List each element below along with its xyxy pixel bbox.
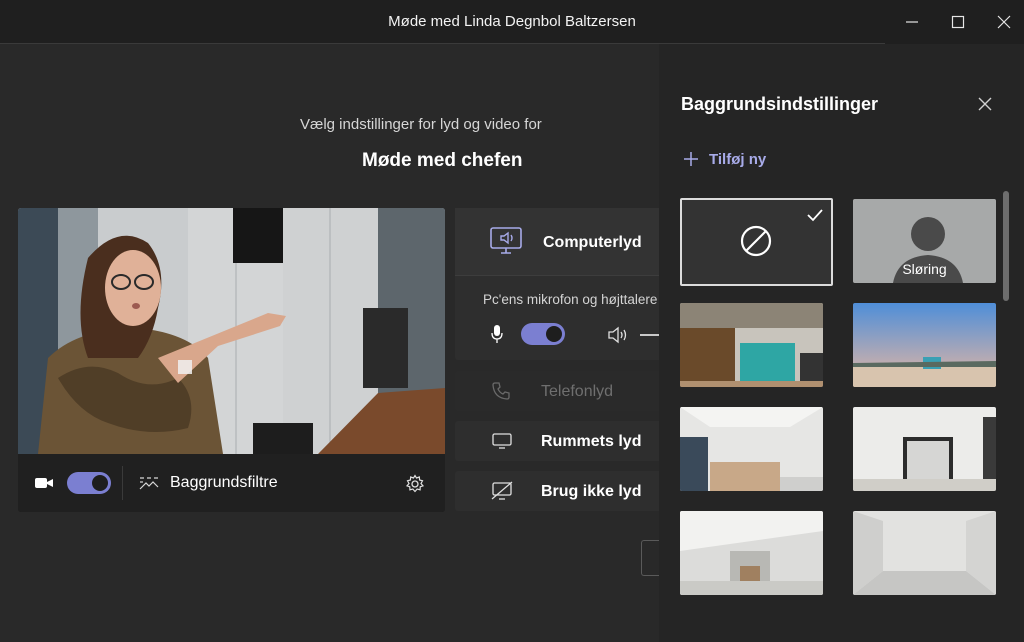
monitor-icon [492,433,512,449]
blur-label: Sløring [902,261,947,277]
computer-audio-icon [490,227,522,254]
no-audio-icon [491,481,513,500]
background-blur-option[interactable]: Sløring [853,199,996,283]
add-new-label: Tilføj ny [709,150,767,168]
studio-background-image [853,511,996,595]
computer-audio-label: Computerlyd [543,234,642,251]
controls-divider [122,466,123,500]
window-title: Møde med Linda Degnbol Baltzersen [388,13,636,30]
close-window-button[interactable] [987,8,1021,36]
beach-background-image [853,303,996,387]
close-icon [997,15,1011,29]
audio-divider [455,275,660,276]
background-filters-button[interactable]: Baggrundsfiltre [138,466,308,500]
prejoin-area: Vælg indstillinger for lyd og video for … [0,44,660,642]
computer-audio-option[interactable]: Computerlyd Pc'ens mikrofon og højttaler… [455,208,660,360]
background-effects-icon [139,477,159,490]
no-background-icon [740,225,772,257]
background-room-white-option[interactable] [680,407,823,491]
speaker-volume-slider[interactable] [640,334,660,336]
panel-title: Baggrundsindstillinger [681,94,879,114]
device-settings-icon[interactable] [405,474,425,494]
maximize-button[interactable] [941,8,975,36]
camera-preview [18,208,445,454]
prejoin-subtitle: Vælg indstillinger for lyd og video for [300,116,542,133]
maximize-icon [951,15,965,29]
plus-icon [684,152,698,166]
background-settings-panel: Baggrundsindstillinger Tilføj ny Sløring [659,44,1024,642]
title-bar: Møde med Linda Degnbol Baltzersen [0,0,1024,44]
camera-preview-image [18,208,445,454]
background-none-option[interactable] [680,198,833,286]
speaker-icon [608,326,627,344]
loft-background-image [680,511,823,595]
microphone-icon [491,325,503,343]
video-controls: Baggrundsfiltre [18,454,445,512]
room-audio-label: Rummets lyd [541,433,642,450]
no-audio-option[interactable]: Brug ikke lyd [455,471,660,511]
panel-close-icon[interactable] [975,94,995,114]
white-room-background-image [680,407,823,491]
background-filters-label: Baggrundsfiltre [170,474,278,491]
minimize-button[interactable] [895,8,929,36]
room-audio-option[interactable]: Rummets lyd [455,421,660,461]
video-preview-card: Baggrundsfiltre [18,208,445,512]
background-office-option[interactable] [680,303,823,387]
background-studio-option[interactable] [853,511,996,595]
checkmark-icon [807,209,823,222]
panel-scrollbar[interactable] [1003,191,1009,301]
camera-icon [35,478,53,488]
cancel-button[interactable] [641,540,660,576]
phone-audio-option[interactable]: Telefonlyd [455,371,660,411]
minimize-icon [906,21,918,23]
background-loft-option[interactable] [680,511,823,595]
background-beach-option[interactable] [853,303,996,387]
microphone-toggle[interactable] [521,323,565,345]
computer-audio-description: Pc'ens mikrofon og højttalere [483,292,658,307]
phone-audio-label: Telefonlyd [541,383,614,400]
camera-toggle[interactable] [67,472,111,494]
add-new-background-button[interactable]: Tilføj ny [683,148,766,170]
meeting-title: Møde med chefen [362,150,523,171]
no-audio-label: Brug ikke lyd [541,483,642,500]
office-background-image [680,303,823,387]
mirror-room-background-image [853,407,996,491]
background-room-mirror-option[interactable] [853,407,996,491]
phone-icon [492,382,510,400]
